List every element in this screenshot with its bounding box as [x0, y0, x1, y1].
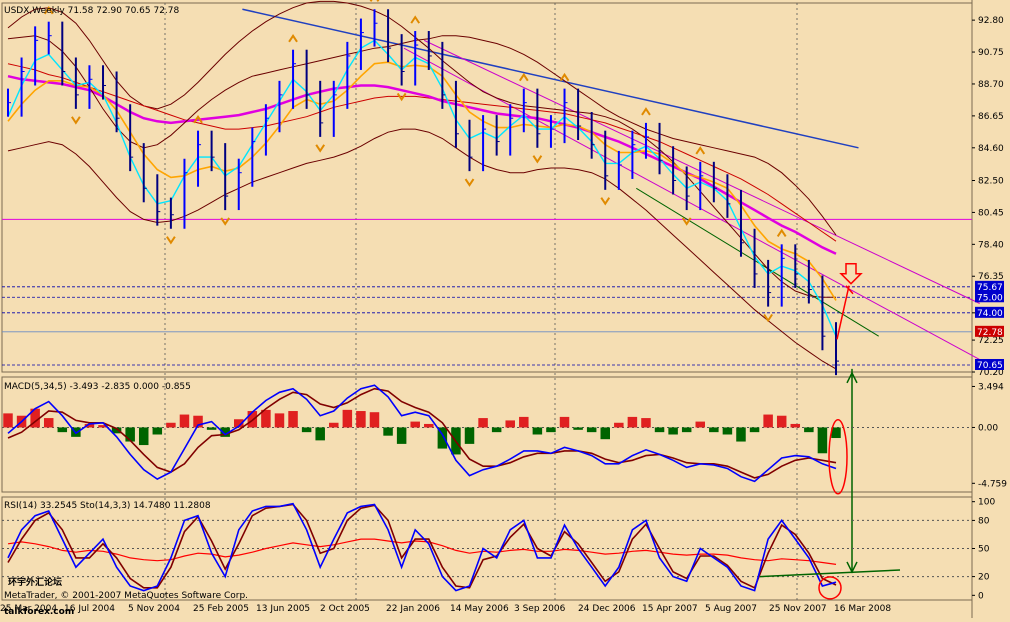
macd-histogram-bar [478, 418, 488, 428]
macd-histogram-bar [532, 427, 543, 435]
macd-histogram-bar [519, 416, 529, 428]
macd-histogram-bar [383, 427, 393, 436]
macd-histogram-bar [817, 427, 828, 454]
price-tick-label: 78.40 [978, 240, 1004, 250]
price-panel-title: USDX,Weekly 71.58 72.90 70.65 72.78 [4, 6, 180, 16]
macd-histogram-bar [410, 421, 420, 428]
rsi-tick-label: 80 [978, 516, 990, 526]
x-axis-label: 16 Mar 2008 [834, 604, 891, 614]
macd-histogram-bar [43, 418, 54, 428]
macd-histogram-bar [627, 416, 638, 428]
macd-tick-label: 0.00 [978, 423, 998, 433]
chart-canvas[interactable]: 92.80 90.75 88.70 86.65 84.60 82.50 80.45 78.40… [0, 0, 1010, 618]
macd-histogram-bar [356, 411, 366, 428]
rsi-tick-label: 100 [978, 498, 995, 508]
price-label-text: 72.78 [977, 328, 1003, 338]
macd-histogram-bar [804, 427, 814, 433]
x-axis-label: 3 Sep 2006 [514, 604, 566, 614]
rsi-tick-label: 20 [978, 573, 990, 583]
macd-histogram-bar [776, 415, 787, 428]
price-tick-label: 82.50 [978, 176, 1004, 186]
macd-histogram-bar [722, 427, 733, 435]
macd-histogram-bar [424, 423, 434, 428]
price-tick-label: 86.65 [978, 112, 1004, 122]
price-tick-label: 76.35 [978, 272, 1004, 282]
macd-histogram-bar [464, 427, 475, 444]
macd-histogram-bar [573, 427, 583, 430]
macd-histogram-bar [57, 427, 68, 433]
x-axis-label: 5 Nov 2004 [128, 604, 180, 614]
macd-histogram-bar [166, 422, 176, 428]
rsi-tick-label: 0 [978, 591, 984, 601]
macd-histogram-bar [600, 427, 610, 440]
macd-histogram-bar [342, 409, 353, 428]
price-tick-label: 90.75 [978, 48, 1004, 58]
macd-histogram-bar [396, 427, 407, 444]
macd-histogram-bar [138, 427, 149, 446]
macd-tick-label: -4.759 [978, 479, 1007, 489]
macd-histogram-bar [179, 414, 190, 428]
macd-histogram-bar [641, 418, 651, 428]
x-axis-label: 13 Jun 2005 [256, 604, 310, 614]
x-axis-label: 22 Jan 2006 [386, 604, 440, 614]
macd-histogram-bar [709, 427, 719, 433]
price-label-text: 75.00 [977, 293, 1003, 303]
macd-histogram-bar [301, 427, 312, 433]
macd-histogram-bar [654, 427, 665, 433]
price-tick-label: 80.45 [978, 208, 1004, 218]
macd-histogram-bar [329, 422, 339, 428]
metatrader-copyright: MetaTrader, © 2001-2007 MetaQuotes Softw… [4, 591, 248, 601]
price-label-text: 70.65 [977, 361, 1003, 371]
x-axis-label: 25 Nov 2007 [769, 604, 827, 614]
macd-tick-label: 3.494 [978, 382, 1004, 392]
x-axis-label: 14 May 2006 [450, 604, 509, 614]
x-axis-label: 25 Feb 2005 [193, 604, 249, 614]
macd-histogram-bar [681, 427, 692, 433]
macd-histogram-bar [695, 421, 706, 428]
macd-histogram-bar [247, 411, 258, 428]
macd-histogram-bar [790, 423, 801, 428]
macd-histogram-bar [3, 413, 13, 428]
macd-histogram-bar [369, 412, 380, 428]
rsi-tick-label: 50 [978, 545, 990, 555]
macd-panel-title: MACD(5,34,5) -3.493 -2.835 0.000 -0.855 [4, 382, 191, 392]
price-label-text: 74.00 [977, 309, 1003, 319]
x-axis-label: 5 Aug 2007 [705, 604, 757, 614]
x-axis-label: 15 Apr 2007 [642, 604, 698, 614]
macd-histogram-bar [763, 414, 773, 428]
x-axis-label: 2 Oct 2005 [320, 604, 370, 614]
macd-histogram-bar [206, 427, 217, 430]
macd-histogram-bar [546, 427, 556, 433]
macd-histogram-bar [152, 427, 163, 435]
macd-histogram-bar [505, 420, 515, 428]
price-tick-label: 84.60 [978, 144, 1004, 154]
usdx-weekly-chart: 92.80 90.75 88.70 86.65 84.60 82.50 80.45 78.40… [0, 0, 1010, 618]
watermark-logo-cn: 环宇外汇论坛 [8, 576, 62, 588]
macd-histogram-bar [668, 427, 678, 435]
rsi-panel-title: RSI(14) 33.2545 Sto(14,3,3) 14.7480 11.2… [4, 501, 211, 511]
price-tick-label: 88.70 [978, 80, 1004, 90]
macd-histogram-bar [736, 427, 746, 442]
macd-histogram-bar [288, 411, 298, 428]
watermark-logo: talkforex.com [4, 607, 74, 617]
macd-histogram-bar [559, 416, 570, 428]
price-tick-label: 92.80 [978, 16, 1004, 26]
x-axis-label: 24 Dec 2006 [578, 604, 636, 614]
macd-histogram-bar [491, 427, 502, 433]
macd-histogram-bar [274, 413, 285, 428]
macd-histogram-bar [586, 427, 597, 433]
chart-background [0, 0, 1010, 618]
macd-histogram-bar [614, 422, 624, 428]
macd-histogram-bar [315, 427, 325, 441]
macd-histogram-bar [749, 427, 760, 433]
